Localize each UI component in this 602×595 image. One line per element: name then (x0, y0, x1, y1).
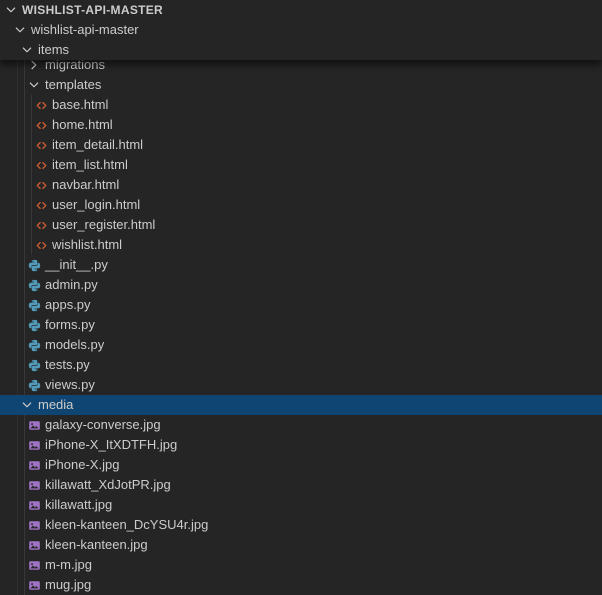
tree-item-label: home.html (52, 115, 113, 135)
tree-item-home-html[interactable]: home.html (0, 115, 602, 135)
tree-item-label: item_list.html (52, 155, 128, 175)
python-icon (26, 257, 42, 273)
image-icon (26, 457, 42, 473)
chevron-down-icon[interactable] (19, 397, 35, 413)
tree-item-items[interactable]: items (0, 40, 602, 60)
tree-item-label: WISHLIST-API-MASTER (22, 0, 163, 20)
html-icon (33, 137, 49, 153)
tree-item-killawatt-jpg[interactable]: killawatt.jpg (0, 495, 602, 515)
tree-item-item-list-html[interactable]: item_list.html (0, 155, 602, 175)
image-icon (26, 437, 42, 453)
chevron-down-icon[interactable] (3, 2, 19, 18)
tree-item-label: iPhone-X.jpg (45, 455, 119, 475)
tree-item-label: wishlist.html (52, 235, 122, 255)
image-icon (26, 477, 42, 493)
tree-item-navbar-html[interactable]: navbar.html (0, 175, 602, 195)
tree-item-base-html[interactable]: base.html (0, 95, 602, 115)
tree-item-apps-py[interactable]: apps.py (0, 295, 602, 315)
tree-item-label: apps.py (45, 295, 91, 315)
chevron-down-icon[interactable] (12, 22, 28, 38)
html-icon (33, 197, 49, 213)
tree-item-label: tests.py (45, 355, 90, 375)
tree-item-models-py[interactable]: models.py (0, 335, 602, 355)
image-icon (26, 577, 42, 593)
image-icon (26, 517, 42, 533)
tree-item-label: kleen-kanteen.jpg (45, 535, 148, 555)
tree-item-label: iPhone-X_ItXDTFH.jpg (45, 435, 177, 455)
tree-item-label: items (38, 40, 69, 60)
tree-item-kleen-kanteen-jpg[interactable]: kleen-kanteen.jpg (0, 535, 602, 555)
tree-item-wishlist-api-master[interactable]: wishlist-api-master (0, 20, 602, 40)
tree-item-label: wishlist-api-master (31, 20, 139, 40)
tree-item-init-py[interactable]: __init__.py (0, 255, 602, 275)
html-icon (33, 177, 49, 193)
tree-item-galaxy-converse-jpg[interactable]: galaxy-converse.jpg (0, 415, 602, 435)
tree-item-forms-py[interactable]: forms.py (0, 315, 602, 335)
tree-item-iphone-x-itxdtfh-jpg[interactable]: iPhone-X_ItXDTFH.jpg (0, 435, 602, 455)
html-icon (33, 117, 49, 133)
image-icon (26, 417, 42, 433)
image-icon (26, 537, 42, 553)
tree-item-killawatt-xdjotpr-jpg[interactable]: killawatt_XdJotPR.jpg (0, 475, 602, 495)
python-icon (26, 337, 42, 353)
tree-item-label: forms.py (45, 315, 95, 335)
tree-item-wishlist-api-master[interactable]: WISHLIST-API-MASTER (0, 0, 602, 20)
tree-item-label: views.py (45, 375, 95, 395)
sticky-folder-headers: WISHLIST-API-MASTERwishlist-api-masterit… (0, 0, 602, 60)
tree-item-item-detail-html[interactable]: item_detail.html (0, 135, 602, 155)
html-icon (33, 217, 49, 233)
tree-item-templates[interactable]: templates (0, 75, 602, 95)
tree-item-label: m-m.jpg (45, 555, 92, 575)
tree-item-label: kleen-kanteen_DcYSU4r.jpg (45, 515, 208, 535)
python-icon (26, 377, 42, 393)
explorer-sidebar: WISHLIST-API-MASTERwishlist-api-masterit… (0, 0, 602, 590)
tree-item-label: admin.py (45, 275, 98, 295)
python-icon (26, 317, 42, 333)
tree-item-label: item_detail.html (52, 135, 143, 155)
tree-item-m-m-jpg[interactable]: m-m.jpg (0, 555, 602, 575)
tree-item-wishlist-html[interactable]: wishlist.html (0, 235, 602, 255)
html-icon (33, 157, 49, 173)
image-icon (26, 497, 42, 513)
python-icon (26, 297, 42, 313)
python-icon (26, 277, 42, 293)
tree-item-kleen-kanteen-dcysu4r-jpg[interactable]: kleen-kanteen_DcYSU4r.jpg (0, 515, 602, 535)
tree-item-label: base.html (52, 95, 108, 115)
tree-item-media[interactable]: media (0, 395, 602, 415)
python-icon (26, 357, 42, 373)
html-icon (33, 97, 49, 113)
tree-item-label: models.py (45, 335, 104, 355)
chevron-down-icon[interactable] (26, 77, 42, 93)
tree-item-label: __init__.py (45, 255, 108, 275)
tree-item-iphone-x-jpg[interactable]: iPhone-X.jpg (0, 455, 602, 475)
tree-item-label: templates (45, 75, 101, 95)
tree-item-user-register-html[interactable]: user_register.html (0, 215, 602, 235)
image-icon (26, 557, 42, 573)
tree-item-label: mug.jpg (45, 575, 91, 595)
tree-item-label: media (38, 395, 73, 415)
tree-item-label: user_register.html (52, 215, 155, 235)
html-icon (33, 237, 49, 253)
tree-item-views-py[interactable]: views.py (0, 375, 602, 395)
tree-item-label: user_login.html (52, 195, 140, 215)
tree-item-admin-py[interactable]: admin.py (0, 275, 602, 295)
tree-item-label: galaxy-converse.jpg (45, 415, 161, 435)
chevron-down-icon[interactable] (19, 42, 35, 58)
tree-item-tests-py[interactable]: tests.py (0, 355, 602, 375)
tree-item-user-login-html[interactable]: user_login.html (0, 195, 602, 215)
tree-item-label: navbar.html (52, 175, 119, 195)
tree-item-label: killawatt.jpg (45, 495, 112, 515)
tree-item-mug-jpg[interactable]: mug.jpg (0, 575, 602, 595)
file-tree: migrationstemplatesbase.htmlhome.htmlite… (0, 55, 602, 595)
tree-item-label: killawatt_XdJotPR.jpg (45, 475, 171, 495)
